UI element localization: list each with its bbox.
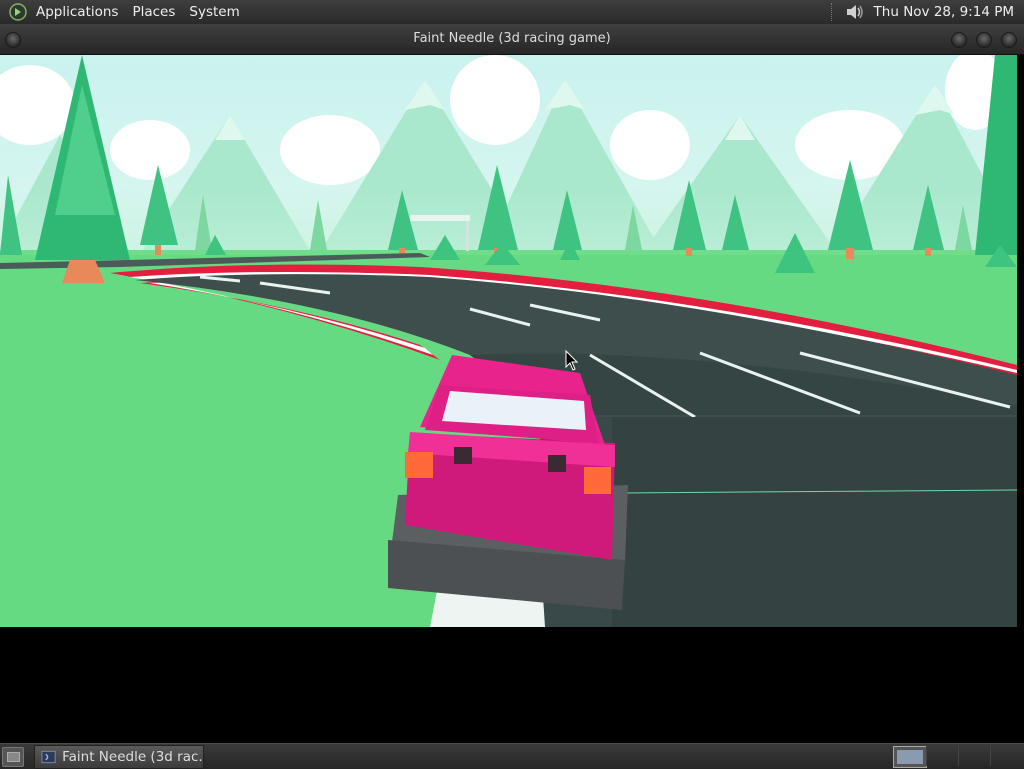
clock[interactable]: Thu Nov 28, 9:14 PM [874, 4, 1024, 20]
menu-places[interactable]: Places [125, 0, 182, 24]
workspace-2[interactable] [926, 746, 959, 766]
panel-separator [830, 3, 834, 21]
road-block [610, 417, 1017, 627]
window-title-bar[interactable]: Faint Needle (3d racing game) [0, 24, 1024, 55]
workspace-3[interactable] [958, 746, 991, 766]
close-button[interactable] [1001, 32, 1017, 48]
window-title: Faint Needle (3d racing game) [413, 31, 611, 46]
maximize-button[interactable] [976, 32, 992, 48]
bottom-panel: Faint Needle (3d rac... [0, 743, 1024, 769]
window-menu-button[interactable] [5, 32, 21, 48]
taskbar-window-label: Faint Needle (3d rac... [62, 749, 203, 765]
main-menu: Applications Places System [29, 0, 247, 24]
app-menu-logo-icon[interactable] [9, 3, 27, 21]
show-desktop-icon[interactable] [2, 747, 24, 767]
minimize-button[interactable] [951, 32, 967, 48]
taskbar-window-button[interactable]: Faint Needle (3d rac... [34, 745, 204, 769]
menu-system[interactable]: System [182, 0, 246, 24]
workspace-1[interactable] [893, 746, 927, 768]
top-panel: Applications Places System Thu Nov 28, 9… [0, 0, 1024, 24]
workspace-4[interactable] [990, 746, 1023, 766]
panel-tray: Thu Nov 28, 9:14 PM [830, 0, 1024, 24]
game-viewport[interactable] [0, 55, 1017, 627]
window-icon [41, 750, 56, 764]
game-scene [0, 55, 1017, 627]
volume-icon[interactable] [844, 2, 866, 22]
menu-applications[interactable]: Applications [29, 0, 125, 24]
